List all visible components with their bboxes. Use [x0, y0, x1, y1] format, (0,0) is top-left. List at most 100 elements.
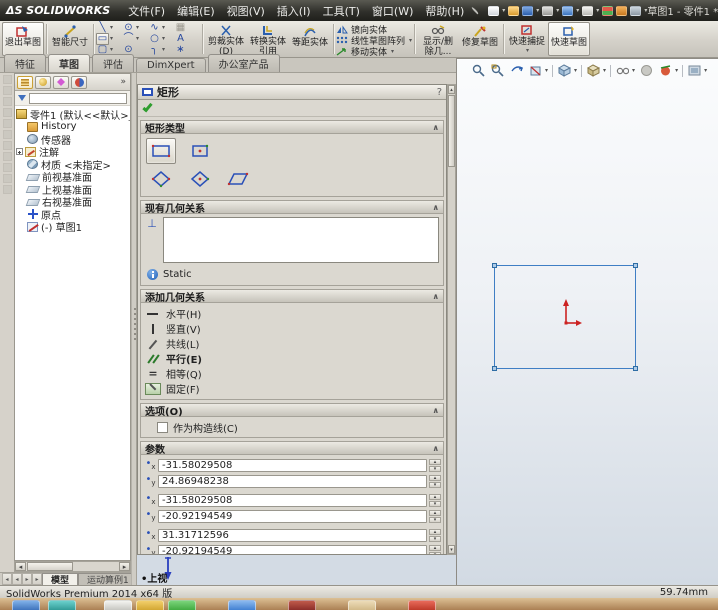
three-point-center-rectangle-button[interactable] — [185, 166, 215, 192]
edit-appearance-icon[interactable] — [658, 63, 673, 78]
smart-dimension-button[interactable]: 智能尺寸 — [49, 22, 91, 56]
menu-edit[interactable]: 编辑(E) — [171, 3, 221, 19]
open-document-icon[interactable] — [508, 5, 520, 16]
collapse-icon[interactable]: ∧ — [433, 406, 440, 415]
featuremanager-tree-tab[interactable] — [17, 75, 33, 89]
tree-item-sensors[interactable]: 传感器 — [16, 133, 130, 146]
param-x2-stepper[interactable]: ▴ ▾ — [429, 494, 441, 507]
taskbar-app-icon[interactable] — [228, 600, 256, 610]
rapid-sketch-button[interactable]: 快速草图 — [548, 22, 591, 56]
parameters-header[interactable]: 参数 ∧ — [141, 442, 443, 456]
scroll-right-icon[interactable]: ▸ — [119, 562, 130, 571]
tab-office-products[interactable]: 办公室产品 — [207, 54, 280, 72]
zoom-to-area-icon[interactable] — [490, 63, 505, 78]
display-style-caret-icon[interactable]: ▾ — [603, 67, 606, 74]
menu-file[interactable]: 文件(F) — [122, 3, 171, 19]
repair-sketch-button[interactable]: 修复草图 — [459, 22, 501, 56]
collapse-icon[interactable]: ∧ — [433, 203, 440, 212]
relation-vertical-button[interactable]: 竖直(V) — [145, 321, 439, 336]
tree-item-history[interactable]: History — [16, 121, 130, 134]
menu-tools[interactable]: 工具(T) — [317, 3, 366, 19]
rect-vertex-handle[interactable] — [492, 263, 497, 268]
property-manager-scrollbar[interactable]: ▴ ▾ — [447, 84, 456, 555]
relation-equal-button[interactable]: = 相等(Q) — [145, 366, 439, 381]
parallelogram-button[interactable] — [223, 166, 253, 192]
save-caret-icon[interactable]: ▾ — [536, 7, 539, 14]
tab-model[interactable]: 模型 — [42, 573, 79, 586]
param-y1-field[interactable]: 24.86948238 — [158, 475, 427, 488]
ellipse-caret-icon[interactable]: ▾ — [162, 34, 165, 44]
scroll-up-icon[interactable]: ▴ — [448, 85, 455, 94]
param-x1-field[interactable]: -31.58029508 — [158, 459, 427, 472]
collapse-icon[interactable]: ∧ — [433, 444, 440, 453]
appearance-sphere-icon[interactable] — [639, 63, 654, 78]
param-y3-stepper[interactable]: ▴ ▾ — [429, 545, 441, 554]
tree-item-material[interactable]: 材质 <未指定> — [16, 158, 130, 171]
center-rectangle-button[interactable] — [185, 138, 215, 164]
circle-tool[interactable]: ⊙ ▾ — [122, 23, 148, 33]
param-y2-field[interactable]: -20.92194549 — [158, 510, 427, 523]
graphics-viewport[interactable]: ▾ ▾ ▾ ▾ ▾ ▾ — [456, 58, 718, 585]
offset-entities-button[interactable]: 等距实体 — [289, 22, 331, 56]
tab-nav-next-icon[interactable]: ▸ — [22, 573, 32, 585]
taskbar-app-icon[interactable] — [408, 600, 436, 610]
existing-relations-header[interactable]: 现有几何关系 ∧ — [141, 201, 443, 215]
collapse-icon[interactable]: ∧ — [433, 123, 440, 132]
pattern-caret-icon[interactable]: ▾ — [409, 37, 412, 44]
sketch-picture-tool[interactable]: ▦ — [174, 23, 200, 33]
new-document-icon[interactable] — [488, 5, 500, 16]
display-style-icon[interactable] — [586, 63, 601, 78]
three-point-corner-rectangle-button[interactable] — [146, 166, 176, 192]
scroll-down-icon[interactable]: ▾ — [448, 545, 455, 554]
tree-item-origin[interactable]: 原点 — [16, 208, 130, 221]
text-tool[interactable]: A — [174, 34, 200, 44]
fillet-tool[interactable]: ╮ ▾ — [148, 44, 174, 55]
scrollbar-thumb[interactable] — [27, 562, 73, 571]
display-delete-relations-button[interactable]: 显示/删除几... — [417, 22, 459, 57]
select-caret-icon[interactable]: ▾ — [596, 7, 599, 14]
quick-snaps-button[interactable]: 快速捕捉 ▾ — [506, 22, 548, 56]
section-view-icon[interactable] — [528, 63, 543, 78]
exit-sketch-button[interactable]: 退出草图 — [2, 22, 44, 56]
add-relations-header[interactable]: 添加几何关系 ∧ — [141, 290, 443, 304]
param-y3-field[interactable]: -20.92194549 — [158, 545, 427, 554]
appearance-caret-icon[interactable]: ▾ — [675, 67, 678, 74]
taskbar-app-icon[interactable] — [48, 600, 76, 610]
convert-entities-button[interactable]: 转换实体引用 — [247, 22, 289, 57]
spline-tool[interactable]: ∿ ▾ — [148, 23, 174, 33]
spline-caret-icon[interactable]: ▾ — [162, 23, 165, 33]
tab-motion-study[interactable]: 运动算例1 — [78, 573, 138, 586]
relation-collinear-button[interactable]: 共线(L) — [145, 336, 439, 351]
corner-rectangle-button[interactable] — [146, 138, 176, 164]
taskbar-app-icon[interactable] — [136, 600, 164, 610]
scrollbar-thumb[interactable] — [448, 95, 455, 167]
tree-item-part[interactable]: 零件1 (默认<<默认>_显示状态 — [16, 108, 130, 121]
taskbar-app-icon[interactable] — [168, 600, 196, 610]
arc-caret-icon[interactable]: ▾ — [136, 34, 139, 44]
scroll-left-icon[interactable]: ◂ — [15, 562, 26, 571]
quick-snaps-caret-icon[interactable]: ▾ — [526, 47, 529, 55]
param-x3-field[interactable]: 31.31712596 — [158, 529, 427, 542]
param-y1-stepper[interactable]: ▴ ▾ — [429, 475, 441, 488]
print-caret-icon[interactable]: ▾ — [556, 7, 559, 14]
tree-item-top-plane[interactable]: 上视基准面 — [16, 183, 130, 196]
rect-vertex-handle[interactable] — [633, 366, 638, 371]
tree-item-front-plane[interactable]: 前视基准面 — [16, 171, 130, 183]
view-orientation-icon[interactable] — [557, 63, 572, 78]
rectangle-caret-icon[interactable]: ▾ — [110, 34, 113, 44]
tab-nav-first-icon[interactable]: ◂ — [2, 573, 12, 585]
undo-caret-icon[interactable]: ▾ — [576, 7, 579, 14]
param-y2-stepper[interactable]: ▴ ▾ — [429, 510, 441, 523]
pin-menu-icon[interactable] — [471, 6, 480, 15]
relation-horizontal-button[interactable]: 水平(H) — [145, 306, 439, 321]
construction-checkbox[interactable] — [157, 421, 168, 433]
menu-view[interactable]: 视图(V) — [221, 3, 271, 19]
move-entities-button[interactable]: 移动实体 ▾ — [336, 46, 412, 57]
tab-nav-last-icon[interactable]: ▸ — [32, 573, 42, 585]
relation-fix-button[interactable]: 固定(F) — [145, 381, 439, 396]
tree-item-sketch1[interactable]: (-) 草图1 — [16, 221, 130, 233]
existing-relations-listbox[interactable] — [163, 217, 439, 263]
tab-features[interactable]: 特征 — [4, 54, 46, 72]
rebuild-icon[interactable] — [602, 5, 614, 16]
tab-dimxpert[interactable]: DimXpert — [136, 58, 206, 72]
